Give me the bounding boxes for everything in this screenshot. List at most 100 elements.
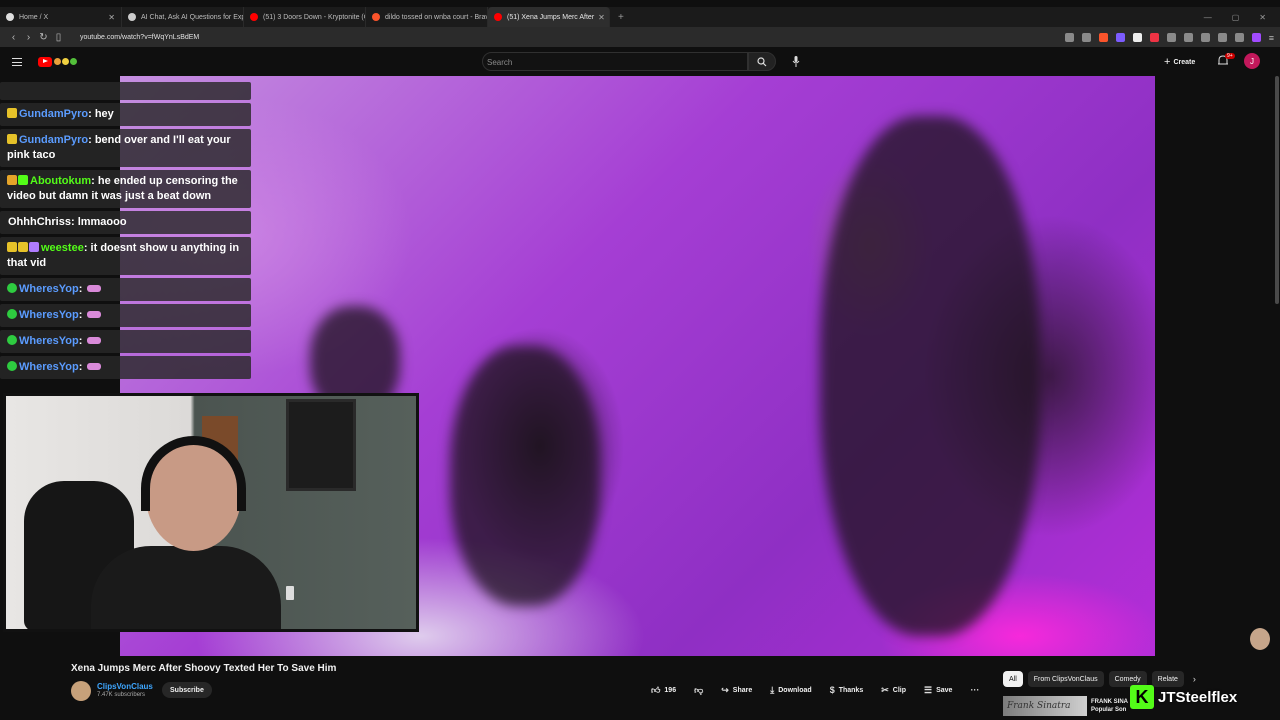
thumbs-up-icon: 👍︎ bbox=[651, 684, 661, 695]
bookmark-icon[interactable]: ▯ bbox=[51, 32, 66, 43]
like-count: 196 bbox=[664, 686, 677, 694]
download-label: Download bbox=[778, 686, 812, 694]
share-button[interactable]: ↪ Share bbox=[715, 682, 758, 698]
chat-badge-icon bbox=[18, 175, 28, 185]
stream-watermark: K JTSteelflex bbox=[1130, 685, 1237, 709]
subscribe-button[interactable]: Subscribe bbox=[162, 682, 212, 698]
chat-emote-icon bbox=[87, 363, 102, 370]
chat-username: WheresYop bbox=[19, 309, 79, 321]
new-tab-button[interactable]: + bbox=[610, 12, 632, 23]
menu-icon[interactable]: ≡ bbox=[1269, 33, 1274, 43]
chat-badge-icon bbox=[7, 242, 17, 252]
chat-badge-icon bbox=[7, 283, 17, 293]
browser-tab[interactable]: (51) Xena Jumps Merc After ✕ bbox=[488, 7, 610, 27]
browser-tab[interactable]: AI Chat, Ask AI Questions for Expert✕ bbox=[122, 7, 244, 27]
notification-badge: 9+ bbox=[1225, 53, 1235, 59]
extensions-area: ≡ bbox=[1064, 32, 1274, 43]
stream-chat-overlay: GundamPyro: hey GundamPyro: bend over and… bbox=[0, 82, 252, 382]
video-figure bbox=[450, 346, 600, 606]
chip-all[interactable]: All bbox=[1003, 671, 1023, 687]
close-tab-icon[interactable]: ✕ bbox=[594, 13, 605, 22]
chat-message: OhhhChriss: lmmaooo bbox=[0, 211, 251, 234]
chat-separator: : bbox=[88, 108, 95, 120]
extension-icon[interactable] bbox=[1166, 32, 1176, 42]
chat-username: GundamPyro bbox=[19, 134, 89, 146]
recommended-video-title[interactable]: FRANK SINA Popular Son bbox=[1091, 698, 1131, 714]
back-icon[interactable]: ‹ bbox=[6, 32, 21, 43]
music-icon[interactable] bbox=[1217, 32, 1227, 42]
streamer-body bbox=[91, 546, 281, 629]
thanks-icon: $ bbox=[829, 685, 835, 695]
chat-message: Aboutokum: he ended up censoring the vid… bbox=[0, 170, 251, 208]
subscriber-count: 7.47K subscribers bbox=[97, 692, 146, 698]
recommended-video-thumbnail[interactable]: Frank Sinatra bbox=[1003, 696, 1087, 716]
close-window-icon[interactable]: ✕ bbox=[1259, 13, 1266, 22]
download-button[interactable]: ⤓ Download bbox=[764, 682, 817, 698]
extension-icon[interactable] bbox=[1115, 32, 1125, 42]
extension-icon[interactable] bbox=[1183, 32, 1193, 42]
share-label: Share bbox=[732, 686, 753, 694]
browser-tab-bar: Home / X ✕ AI Chat, Ask AI Questions for E… bbox=[0, 7, 1280, 27]
chat-separator: : bbox=[78, 361, 86, 373]
cast-icon[interactable] bbox=[1064, 32, 1074, 42]
streamer-webcam bbox=[3, 393, 419, 632]
youtube-header: Search + Create bbox=[0, 47, 1280, 76]
chevron-right-icon[interactable]: › bbox=[1193, 674, 1196, 684]
browser-tab[interactable]: Home / X ✕ bbox=[0, 7, 122, 27]
more-dots-icon: ··· bbox=[970, 685, 980, 695]
address-bar: ‹ › ↻ ▯ youtube.com/watch?v=fWqYnLsBdEM … bbox=[0, 27, 1280, 47]
like-button[interactable]: 👍︎ 196 bbox=[645, 682, 682, 698]
dislike-button[interactable]: 👎︎ bbox=[688, 682, 709, 698]
thumbs-down-icon: 👎︎ bbox=[694, 684, 704, 695]
chip-from-channel[interactable]: From ClipsVonClaus bbox=[1027, 671, 1104, 687]
thanks-button[interactable]: $ Thanks bbox=[824, 682, 870, 698]
browser-tab-label: (51) Xena Jumps Merc After bbox=[507, 13, 595, 21]
thanks-label: Thanks bbox=[838, 686, 864, 694]
chat-separator: : bbox=[83, 242, 91, 254]
minimize-icon[interactable]: — bbox=[1204, 13, 1212, 22]
chat-badge-icon bbox=[7, 108, 17, 118]
wall-picture bbox=[286, 399, 356, 491]
sidebar-icon[interactable] bbox=[1234, 32, 1244, 42]
brave-shields-icon[interactable] bbox=[1098, 32, 1108, 42]
clip-button[interactable]: ✂ Clip bbox=[875, 682, 912, 698]
browser-tab[interactable]: dildo tossed on wnba court - Brave✕ bbox=[366, 7, 488, 27]
more-actions-button[interactable]: ··· bbox=[964, 682, 985, 698]
chat-badge-icon bbox=[7, 134, 17, 144]
channel-avatar[interactable] bbox=[71, 681, 91, 701]
youtube-icon bbox=[494, 13, 502, 21]
extension-icon[interactable] bbox=[1149, 32, 1159, 42]
puzzle-icon[interactable] bbox=[1200, 32, 1210, 42]
forward-icon[interactable]: › bbox=[21, 32, 36, 43]
save-button[interactable]: ☰ Save bbox=[918, 682, 958, 698]
page-scrollbar[interactable] bbox=[1275, 76, 1279, 304]
scissors-icon: ✂ bbox=[881, 684, 889, 695]
x-extension-icon[interactable] bbox=[1132, 32, 1142, 42]
close-tab-icon[interactable]: ✕ bbox=[104, 13, 115, 22]
download-icon: ⤓ bbox=[770, 684, 775, 695]
window-controls: — ▢ ✕ bbox=[1204, 13, 1280, 22]
search-input[interactable]: Search bbox=[482, 52, 748, 71]
chat-message: GundamPyro: bend over and I'll eat your … bbox=[0, 129, 251, 167]
browser-tab-label: AI Chat, Ask AI Questions for Expert bbox=[141, 13, 244, 21]
clip-label: Clip bbox=[892, 686, 906, 694]
maximize-icon[interactable]: ▢ bbox=[1232, 13, 1240, 22]
chat-text: hey bbox=[94, 108, 114, 120]
youtube-logo[interactable] bbox=[38, 56, 52, 67]
voice-search-button[interactable] bbox=[786, 52, 805, 71]
create-button[interactable]: + Create bbox=[1164, 54, 1195, 70]
hamburger-menu-icon[interactable] bbox=[12, 57, 22, 66]
share-page-icon[interactable] bbox=[1081, 32, 1091, 42]
chat-badge-icon bbox=[18, 242, 28, 252]
x-logo-icon bbox=[6, 13, 14, 21]
plus-icon: + bbox=[1164, 56, 1171, 68]
chat-badge-icon bbox=[7, 335, 17, 345]
channel-name[interactable]: ClipsVonClaus bbox=[97, 682, 153, 691]
browser-tab[interactable]: (51) 3 Doors Down - Kryptonite (Offi✕ bbox=[244, 7, 366, 27]
account-avatar[interactable]: J bbox=[1244, 53, 1260, 69]
search-button[interactable] bbox=[748, 52, 776, 71]
corner-avatar bbox=[1250, 628, 1270, 650]
url-field[interactable]: youtube.com/watch?v=fWqYnLsBdEM bbox=[80, 34, 199, 41]
wallet-icon[interactable] bbox=[1251, 32, 1261, 42]
reload-icon[interactable]: ↻ bbox=[36, 32, 51, 43]
